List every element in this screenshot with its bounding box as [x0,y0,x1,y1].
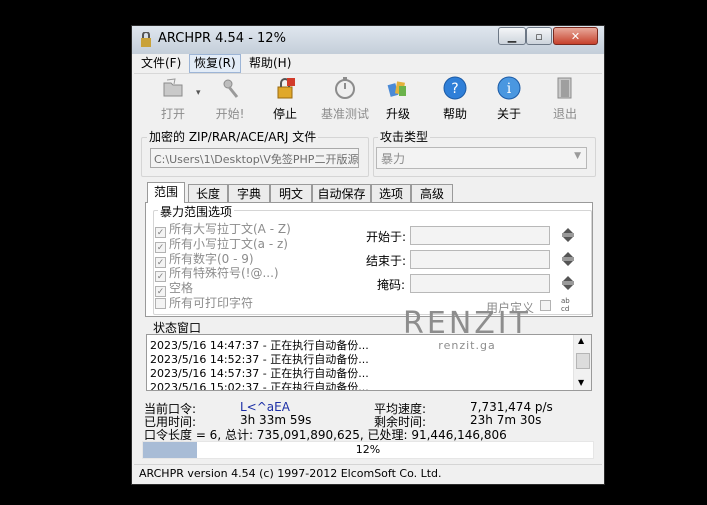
close-button[interactable]: ✕ [553,27,598,45]
upgrade-button[interactable]: 升级 [373,74,423,124]
remaining-time-value: 23h 7m 30s [470,413,542,427]
mask-label: 掩码: [377,278,406,292]
benchmark-button[interactable]: 基准测试 [314,74,376,124]
start-label: 开始! [215,107,245,121]
close-icon: ✕ [570,29,581,43]
space-checkbox[interactable]: ✓ 空格 [155,279,194,297]
end-at-spin-icon[interactable] [560,250,576,268]
stop-icon [277,78,295,99]
lowercase-label: 所有小写拉丁文(a - z) [169,237,288,251]
open-icon [163,78,183,97]
uppercase-checkbox[interactable]: ✓ 所有大写拉丁文(A - Z) [155,220,291,238]
progress-percent: 12% [355,443,381,456]
about-button[interactable]: i 关于 [484,74,534,124]
lowercase-checkbox[interactable]: ✓ 所有小写拉丁文(a - z) [155,235,288,253]
stop-button[interactable]: 停止 [260,74,310,124]
end-at-input[interactable] [410,250,550,269]
attack-type-select[interactable]: 暴力 ▼ [376,147,587,169]
scroll-down-icon[interactable]: ▼ [578,378,584,387]
tab-range[interactable]: 范围 [147,182,185,203]
svg-text:?: ? [451,81,458,97]
average-speed-value: 7,731,474 p/s [470,400,553,414]
svg-text:cd: cd [561,305,569,313]
window-title: ARCHPR 4.54 - 12% [158,31,286,46]
mask-input[interactable] [410,274,550,293]
help-icon: ? [443,76,467,100]
start-from-input[interactable] [410,226,550,245]
menu-bar: 文件(F) 恢复(R) 帮助(H) [134,54,602,74]
space-label: 空格 [169,281,194,295]
help-label: 帮助 [442,107,467,121]
tab-strip: 范围 长度 字典 明文 自动保存 选项 高级 [147,182,587,204]
maximize-button[interactable]: ▫ [526,27,552,45]
end-at-label: 结束于: [366,254,407,268]
tab-options[interactable]: 选项 [371,184,411,202]
menu-recovery[interactable]: 恢复(R) [189,54,241,73]
unchecked-box [155,298,166,309]
toolbar: 打开 ▾ 开始! 停止 基准测试 升级 ? 帮助 i 关于 退出 [134,74,602,124]
svg-text:i: i [507,81,512,97]
digits-checkbox[interactable]: ✓ 所有数字(0 - 9) [155,250,254,268]
tab-autosave[interactable]: 自动保存 [312,184,371,202]
archpr-window: ARCHPR 4.54 - 12% ▁ ▫ ✕ 文件(F) 恢复(R) 帮助(H… [131,25,605,485]
tab-advanced[interactable]: 高级 [411,184,453,202]
printable-checkbox[interactable]: 所有可打印字符 [155,294,254,310]
log-scrollbar[interactable]: ▲ ▼ [573,335,591,390]
attack-type-title: 攻击类型 [378,128,431,145]
title-bar[interactable]: ARCHPR 4.54 - 12% ▁ ▫ ✕ [132,26,604,54]
start-icon [223,79,239,98]
log-line: 2023/5/16 15:02:37 - 正在执行自动备份... [150,381,369,391]
elapsed-time-value: 3h 33m 59s [240,413,312,427]
help-button[interactable]: ? 帮助 [430,74,480,124]
tab-dictionary[interactable]: 字典 [228,184,270,202]
menu-help[interactable]: 帮助(H) [245,55,295,72]
range-tab-panel: 暴力范围选项 ✓ 所有大写拉丁文(A - Z) ✓ 所有小写拉丁文(a - z) ✓… [145,202,593,317]
maximize-icon: ▫ [535,29,543,43]
minimize-icon: ▁ [507,29,517,43]
svg-text:ab: ab [561,297,570,305]
special-label: 所有特殊符号(!@...) [169,266,279,280]
file-path-input[interactable]: C:\Users\1\Desktop\V免签PHP二开版源码 [150,148,359,168]
current-password-value: L<^aEA [240,400,290,414]
start-button[interactable]: 开始! [205,74,255,124]
chevron-down-icon: ▼ [574,151,581,161]
charset-list: ✓ 所有大写拉丁文(A - Z) ✓ 所有小写拉丁文(a - z) ✓ 所有数字(0 … [155,220,355,310]
status-bar: ARCHPR version 4.54 (c) 1997-2012 ElcomS… [134,464,602,482]
attack-type-value: 暴力 [381,152,406,166]
stop-label: 停止 [272,107,297,121]
exit-icon [557,77,572,99]
start-from-label: 开始于: [366,230,407,244]
file-group-title: 加密的 ZIP/RAR/ACE/ARJ 文件 [147,128,319,145]
printable-label: 所有可打印字符 [169,296,254,310]
range-options-title: 暴力范围选项 [158,203,235,220]
open-button[interactable]: 打开 [148,74,198,124]
upgrade-label: 升级 [385,107,410,121]
minimize-button[interactable]: ▁ [498,27,526,45]
tab-length[interactable]: 长度 [188,184,228,202]
benchmark-icon [335,77,355,99]
special-checkbox[interactable]: ✓ 所有特殊符号(!@...) [155,264,279,282]
progress-bar: 12% [142,441,594,459]
archpr-app-icon [141,32,151,47]
mask-spin-icon[interactable] [560,274,576,292]
about-label: 关于 [496,107,521,121]
uppercase-label: 所有大写拉丁文(A - Z) [169,222,291,236]
about-icon: i [497,76,521,100]
scroll-up-icon[interactable]: ▲ [578,336,584,345]
watermark-title: RENZIT [403,306,531,341]
benchmark-label: 基准测试 [320,107,369,121]
charset-editor-icon[interactable]: abcd [560,295,576,313]
menu-file[interactable]: 文件(F) [137,55,185,72]
open-dropdown-icon[interactable]: ▾ [196,88,201,98]
watermark: RENZIT renzit.ga [392,306,542,352]
tab-plaintext[interactable]: 明文 [270,184,312,202]
open-label: 打开 [160,107,185,121]
start-from-spin-icon[interactable] [560,226,576,244]
exit-button[interactable]: 退出 [540,74,590,124]
scroll-thumb[interactable] [576,353,590,369]
upgrade-icon [387,81,406,97]
exit-label: 退出 [552,107,577,121]
